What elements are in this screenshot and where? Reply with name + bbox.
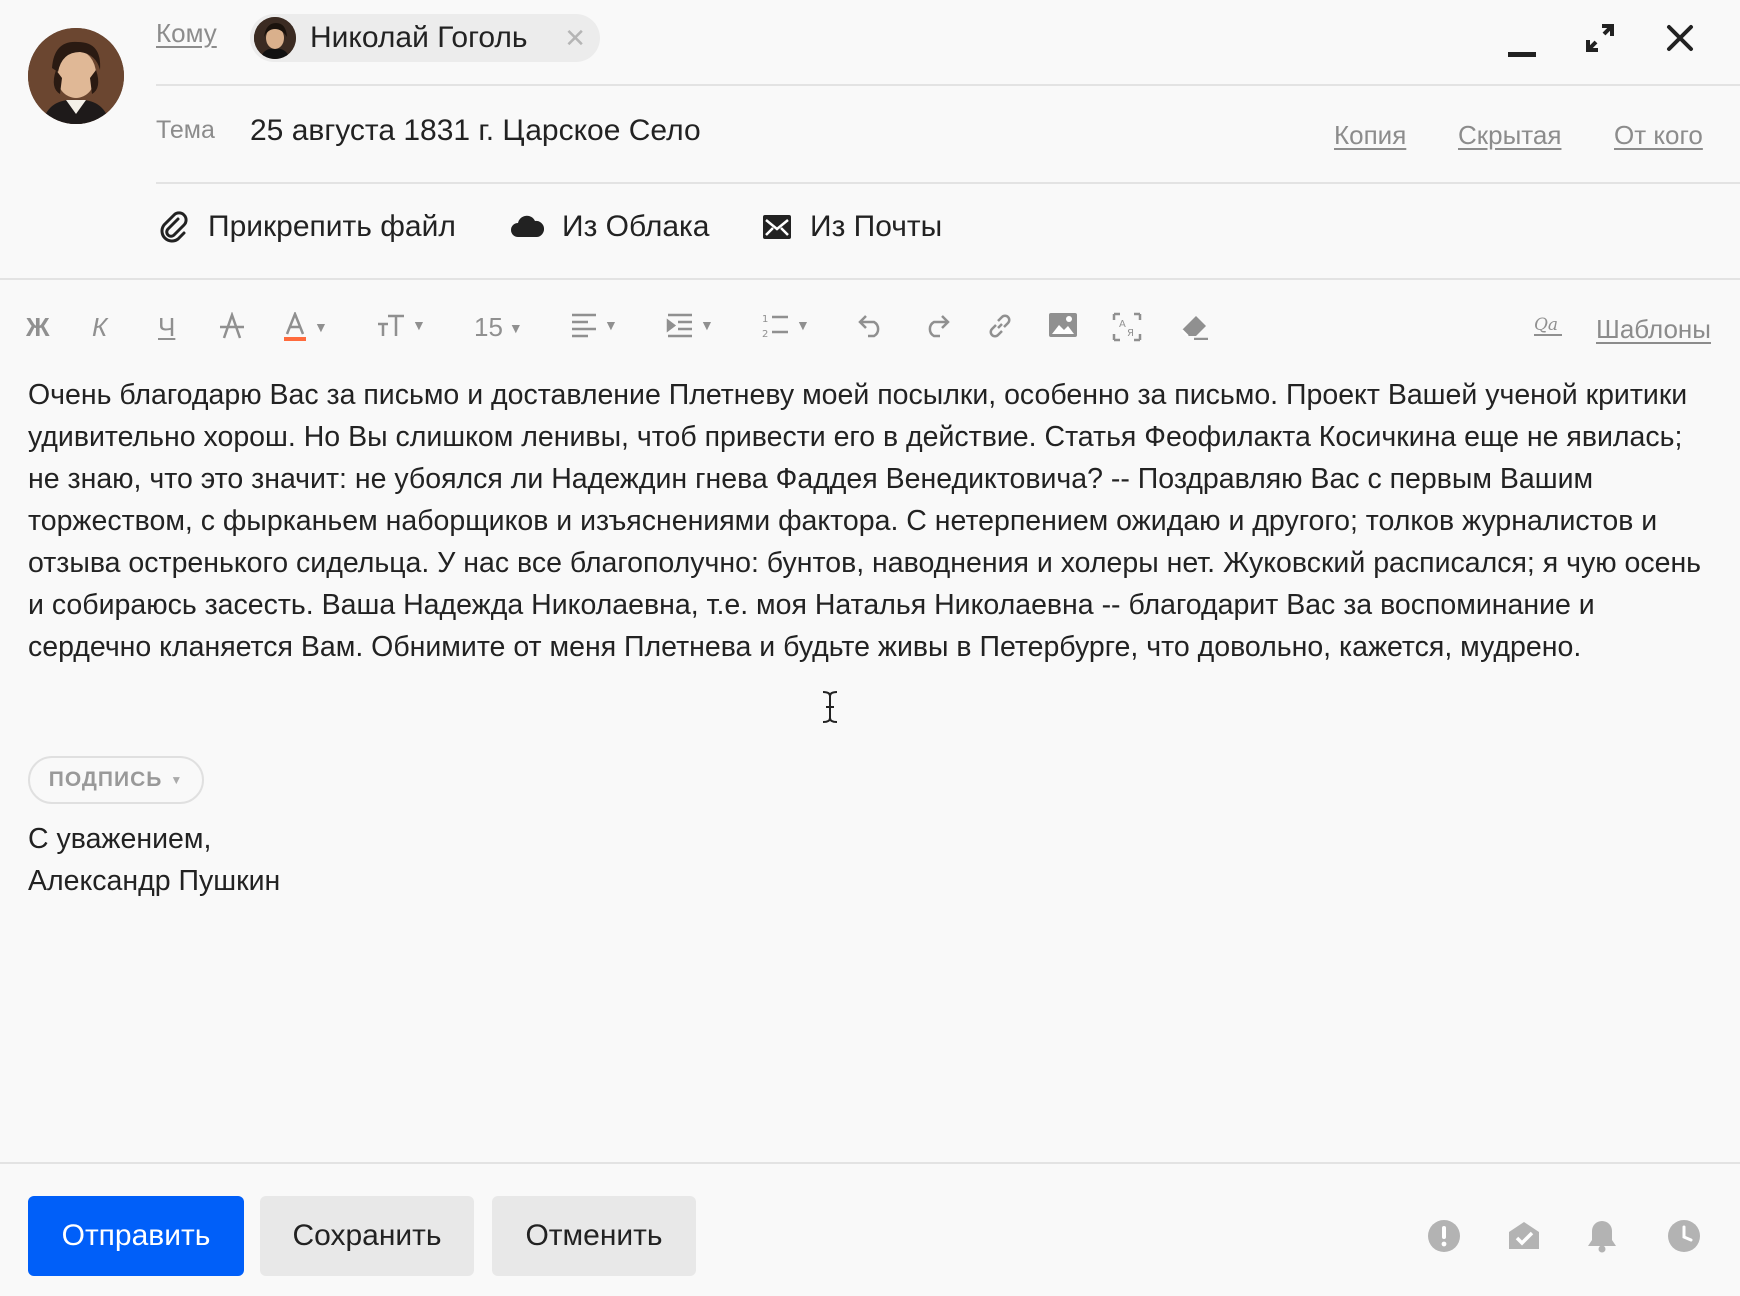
indent-button[interactable]: ▼ xyxy=(666,312,714,338)
link-icon xyxy=(989,314,1011,338)
svg-text:1: 1 xyxy=(762,314,768,325)
numbered-list-icon: 12 xyxy=(762,314,788,338)
from-mail-button[interactable]: Из Почты xyxy=(762,210,942,244)
redo-icon xyxy=(928,315,950,338)
chevron-down-icon: ▼ xyxy=(412,317,426,333)
clock-icon[interactable] xyxy=(1666,1218,1702,1254)
subject-label: Тема xyxy=(156,116,215,144)
bold-button[interactable]: Ж xyxy=(26,312,50,343)
signature-dropdown[interactable]: ПОДПИСЬ ▼ xyxy=(28,756,204,804)
minimize-icon xyxy=(1508,52,1536,57)
translate-button[interactable]: AЯ xyxy=(1112,312,1142,342)
cc-link[interactable]: Копия xyxy=(1334,120,1406,151)
from-link[interactable]: От кого xyxy=(1614,120,1703,151)
signature-style-button[interactable]: Qa xyxy=(1534,312,1562,338)
read-receipt-icon[interactable] xyxy=(1506,1218,1542,1254)
font-style-button[interactable]: ▼ xyxy=(376,312,426,338)
align-left-icon xyxy=(572,313,596,338)
bell-icon[interactable] xyxy=(1584,1218,1620,1254)
envelope-icon xyxy=(763,215,791,239)
text-cursor-icon xyxy=(822,691,838,723)
chevron-down-icon: ▼ xyxy=(604,317,618,333)
font-size-select[interactable]: 15 ▼ xyxy=(474,312,523,343)
to-label[interactable]: Кому xyxy=(156,18,217,49)
send-button[interactable]: Отправить xyxy=(28,1196,244,1276)
divider xyxy=(0,278,1740,280)
translate-icon: AЯ xyxy=(1112,312,1142,342)
chevron-down-icon: ▼ xyxy=(796,317,810,333)
attach-file-button[interactable]: Прикрепить файл xyxy=(158,210,456,244)
undo-button[interactable] xyxy=(858,312,886,338)
undo-icon xyxy=(858,315,880,338)
image-button[interactable] xyxy=(1048,312,1078,338)
signature-line: Александр Пушкин xyxy=(28,865,281,897)
divider xyxy=(156,84,1740,86)
important-icon[interactable] xyxy=(1426,1218,1462,1254)
templates-link[interactable]: Шаблоны xyxy=(1596,314,1711,345)
chevron-down-icon: ▼ xyxy=(170,773,184,787)
clear-format-button[interactable] xyxy=(1178,312,1210,340)
bcc-link[interactable]: Скрытая xyxy=(1458,120,1561,151)
recipient-avatar xyxy=(254,17,296,59)
recipient-chip[interactable]: Николай Гоголь ✕ xyxy=(250,14,600,62)
from-mail-label: Из Почты xyxy=(810,210,943,243)
divider xyxy=(0,1162,1740,1164)
text-color-button[interactable]: ▼ xyxy=(282,312,328,342)
from-cloud-label: Из Облака xyxy=(562,210,710,243)
divider xyxy=(156,182,1740,184)
signature-icon: Qa xyxy=(1534,315,1562,336)
text-color-icon xyxy=(284,312,306,341)
svg-text:2: 2 xyxy=(762,329,768,338)
link-button[interactable] xyxy=(986,312,1014,340)
recipient-name: Николай Гоголь xyxy=(310,21,528,54)
expand-button[interactable] xyxy=(1578,16,1622,60)
close-button[interactable] xyxy=(1658,16,1702,60)
signature-line: С уважением, xyxy=(28,823,212,855)
expand-icon xyxy=(1586,24,1614,52)
save-button[interactable]: Сохранить xyxy=(260,1196,474,1276)
subject-input[interactable]: 25 августа 1831 г. Царское Село xyxy=(250,114,701,148)
paperclip-icon xyxy=(160,211,188,243)
strikethrough-button[interactable] xyxy=(218,312,246,340)
chevron-down-icon: ▼ xyxy=(700,317,714,333)
font-size-icon xyxy=(378,314,404,336)
message-body[interactable]: Очень благодарю Вас за письмо и доставле… xyxy=(28,374,1718,668)
attach-file-label: Прикрепить файл xyxy=(208,210,456,243)
eraser-icon xyxy=(1181,316,1208,340)
svg-text:A: A xyxy=(1119,319,1126,330)
remove-recipient-icon[interactable]: ✕ xyxy=(564,23,586,54)
indent-icon xyxy=(666,313,692,338)
align-button[interactable]: ▼ xyxy=(570,312,618,338)
italic-button[interactable]: К xyxy=(92,312,107,343)
close-icon xyxy=(1667,25,1693,51)
chevron-down-icon: ▼ xyxy=(314,319,328,335)
cancel-button[interactable]: Отменить xyxy=(492,1196,696,1276)
signature-text[interactable]: С уважением, Александр Пушкин xyxy=(28,818,280,902)
minimize-button[interactable] xyxy=(1500,24,1544,68)
redo-button[interactable] xyxy=(922,312,950,338)
underline-button[interactable]: Ч xyxy=(158,312,175,343)
svg-text:Qa: Qa xyxy=(1534,315,1558,335)
list-button[interactable]: 12 ▼ xyxy=(762,312,810,338)
svg-text:Я: Я xyxy=(1127,328,1134,339)
cloud-icon xyxy=(511,215,544,237)
chevron-down-icon: ▼ xyxy=(508,319,523,336)
from-cloud-button[interactable]: Из Облака xyxy=(510,210,709,244)
image-icon xyxy=(1049,313,1077,337)
sender-avatar[interactable] xyxy=(28,28,124,124)
strikethrough-icon xyxy=(220,312,244,339)
